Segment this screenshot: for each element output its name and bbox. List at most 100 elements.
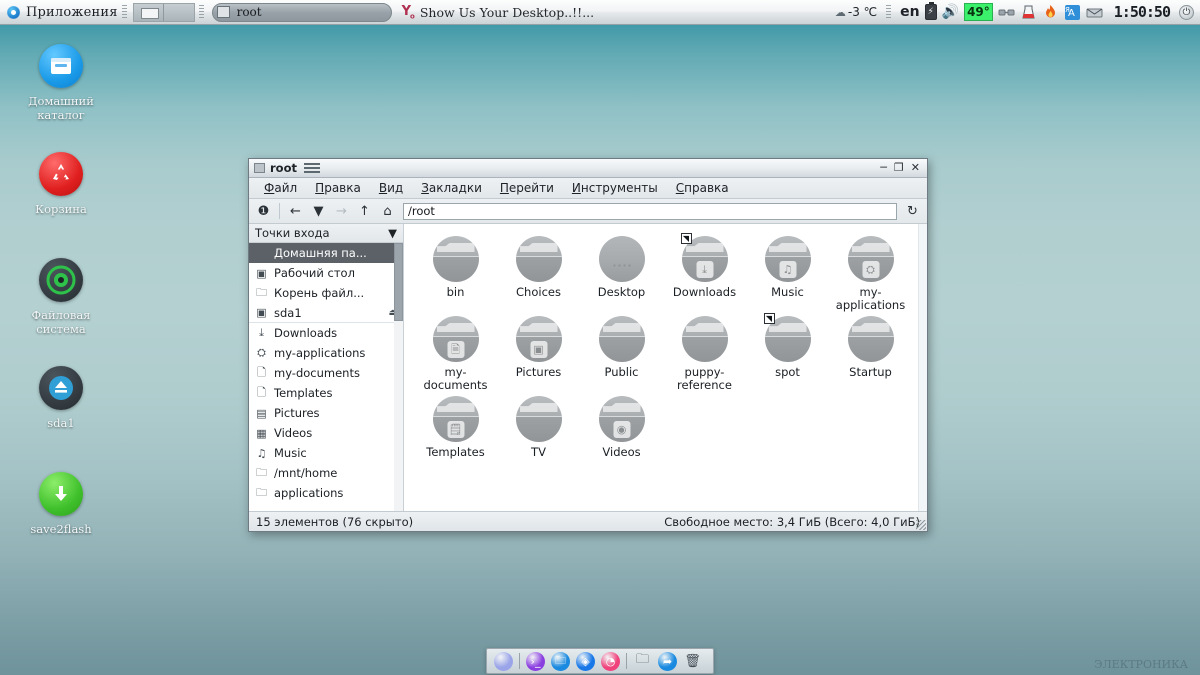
menu-item-2[interactable]: Вид: [370, 179, 412, 197]
sidebar-item-7[interactable]: 🗋 Templates: [249, 383, 403, 403]
applications-menu-label[interactable]: Приложения: [26, 5, 118, 20]
back-button[interactable]: ←: [285, 201, 306, 222]
separator-2: [626, 653, 627, 669]
terminal-icon[interactable]: ›_: [526, 651, 545, 671]
sidebar-item-6[interactable]: 🗋 my-documents: [249, 363, 403, 383]
file-item[interactable]: Public: [580, 312, 663, 392]
sidebar-scrollbar-thumb[interactable]: [394, 243, 403, 321]
sidebar-item-8[interactable]: ▤ Pictures: [249, 403, 403, 423]
desktop-icon-home[interactable]: Домашний каталог: [6, 44, 116, 122]
maximize-button[interactable]: ❐: [894, 162, 904, 173]
home-button[interactable]: ⌂: [377, 201, 398, 222]
circle-icon[interactable]: [494, 651, 513, 671]
clock-icon[interactable]: ◔: [601, 651, 620, 671]
file-pane[interactable]: bin Choices Desktop ⤓ ◥ Downloads ♫ Music ⛭ my-ap…: [404, 224, 927, 511]
trash-icon[interactable]: 🗑: [683, 652, 702, 671]
desktop-icon-filesystem[interactable]: Файловая система: [6, 258, 116, 336]
close-button[interactable]: ✕: [911, 162, 920, 173]
compass-icon[interactable]: ◈: [576, 651, 595, 671]
workspace-pager[interactable]: [132, 2, 195, 22]
sidebar-scrollbar[interactable]: [394, 243, 403, 511]
path-input[interactable]: /root: [403, 202, 897, 220]
file-item[interactable]: 🗒 Templates: [414, 392, 497, 459]
sidebar-item-5[interactable]: ⛭ my-applications: [249, 343, 403, 363]
icon-shape: ▣: [515, 316, 562, 362]
resize-grip[interactable]: [916, 520, 926, 530]
file-item[interactable]: ◉ Videos: [580, 392, 663, 459]
chevron-down-icon[interactable]: ▼: [388, 226, 397, 240]
task-button-icon: [216, 6, 230, 18]
folder-icon: ◥: [763, 313, 811, 362]
sidebar-item-10[interactable]: ♫ Music: [249, 443, 403, 463]
sidebar-item-9[interactable]: ▦ Videos: [249, 423, 403, 443]
window-menu-icon[interactable]: [303, 162, 320, 174]
beaker-icon[interactable]: [1020, 4, 1037, 21]
history-dropdown-button[interactable]: ▼: [308, 201, 329, 222]
battery-icon[interactable]: ⚡: [924, 2, 937, 20]
pictures-icon: ▤: [256, 406, 267, 420]
file-item[interactable]: bin: [414, 232, 497, 312]
file-item[interactable]: ⛭ my-applications: [829, 232, 912, 312]
news-ticker[interactable]: Yo Show Us Your Desktop..!!...: [402, 4, 595, 21]
clock[interactable]: 1:50:50: [1114, 3, 1171, 21]
file-item[interactable]: Desktop: [580, 232, 663, 312]
refresh-button[interactable]: ↻: [902, 201, 923, 222]
menu-item-6[interactable]: Справка: [667, 179, 738, 197]
sidebar-item-3[interactable]: ▣ sda1 ⏏: [249, 303, 403, 323]
panel-grip-2[interactable]: [198, 4, 204, 20]
info-button[interactable]: ❶: [253, 201, 274, 222]
window-title-bar[interactable]: root ─ ❐ ✕: [249, 159, 927, 178]
file-item[interactable]: ▣ Pictures: [497, 312, 580, 392]
desktop-icon-trash[interactable]: Корзина: [6, 152, 116, 216]
mail-icon[interactable]: [1086, 4, 1103, 21]
folder-outline-icon[interactable]: 🗀: [633, 652, 652, 671]
minimize-button[interactable]: ─: [880, 162, 887, 173]
icon-shape: [515, 236, 562, 282]
file-item[interactable]: Startup: [829, 312, 912, 392]
up-button[interactable]: ↑: [354, 201, 375, 222]
file-item[interactable]: Choices: [497, 232, 580, 312]
file-item[interactable]: 🗎 my-documents: [414, 312, 497, 392]
menu-item-1[interactable]: Правка: [306, 179, 370, 197]
sidebar-item-4[interactable]: ⤓ Downloads: [249, 323, 403, 343]
sidebar-item-11[interactable]: 🗀 /mnt/home: [249, 463, 403, 483]
file-item[interactable]: TV: [497, 392, 580, 459]
folder-icon: [515, 236, 562, 282]
share-icon[interactable]: ➦: [658, 651, 677, 671]
sidebar-item-0[interactable]: Домашняя па...: [249, 243, 403, 263]
file-item[interactable]: puppy-reference: [663, 312, 746, 392]
menu-item-4[interactable]: Перейти: [491, 179, 563, 197]
file-item[interactable]: ◥ spot: [746, 312, 829, 392]
workspace-1[interactable]: [134, 3, 164, 21]
folder-icon[interactable]: 🗀: [551, 651, 570, 671]
sidebar-item-2[interactable]: 🗀 Корень файл...: [249, 283, 403, 303]
weather-widget[interactable]: ☁ -3 ℃: [835, 5, 877, 19]
disc-dots: [611, 264, 632, 267]
menu-item-3[interactable]: Закладки: [412, 179, 491, 197]
file-item[interactable]: ⤓ ◥ Downloads: [663, 232, 746, 312]
keyboard-layout-indicator[interactable]: en: [900, 4, 919, 20]
folder-icon: [432, 236, 479, 282]
file-pane-scrollbar[interactable]: [918, 224, 927, 511]
sidebar-header[interactable]: Точки входа ▼: [249, 224, 403, 243]
sidebar-item-12[interactable]: 🗀 applications: [249, 483, 403, 503]
sidebar-item-1[interactable]: ▣ Рабочий стол: [249, 263, 403, 283]
sidebar-item-label: applications: [274, 486, 344, 500]
file-item[interactable]: ♫ Music: [746, 232, 829, 312]
menu-item-0[interactable]: Файл: [255, 179, 306, 197]
panel-grip-1[interactable]: [121, 4, 127, 20]
panel-grip-3[interactable]: [886, 4, 892, 20]
task-button-root[interactable]: root: [211, 2, 392, 22]
news-ticker-text[interactable]: Show Us Your Desktop..!!...: [420, 5, 594, 20]
menu-item-5[interactable]: Инструменты: [563, 179, 667, 197]
translate-icon[interactable]: A Я: [1064, 4, 1081, 21]
cpu-temp-badge[interactable]: 49°: [964, 3, 993, 21]
network-icon[interactable]: [998, 4, 1015, 21]
workspace-2[interactable]: [164, 4, 194, 21]
flame-icon[interactable]: [1042, 4, 1059, 21]
speaker-icon[interactable]: 🔊: [942, 4, 959, 20]
desktop-icon-save2flash[interactable]: save2flash: [6, 472, 116, 536]
applications-menu-icon[interactable]: [7, 5, 20, 19]
power-icon[interactable]: ⏻: [1179, 4, 1194, 20]
desktop-icon-sda1[interactable]: sda1: [6, 366, 116, 430]
